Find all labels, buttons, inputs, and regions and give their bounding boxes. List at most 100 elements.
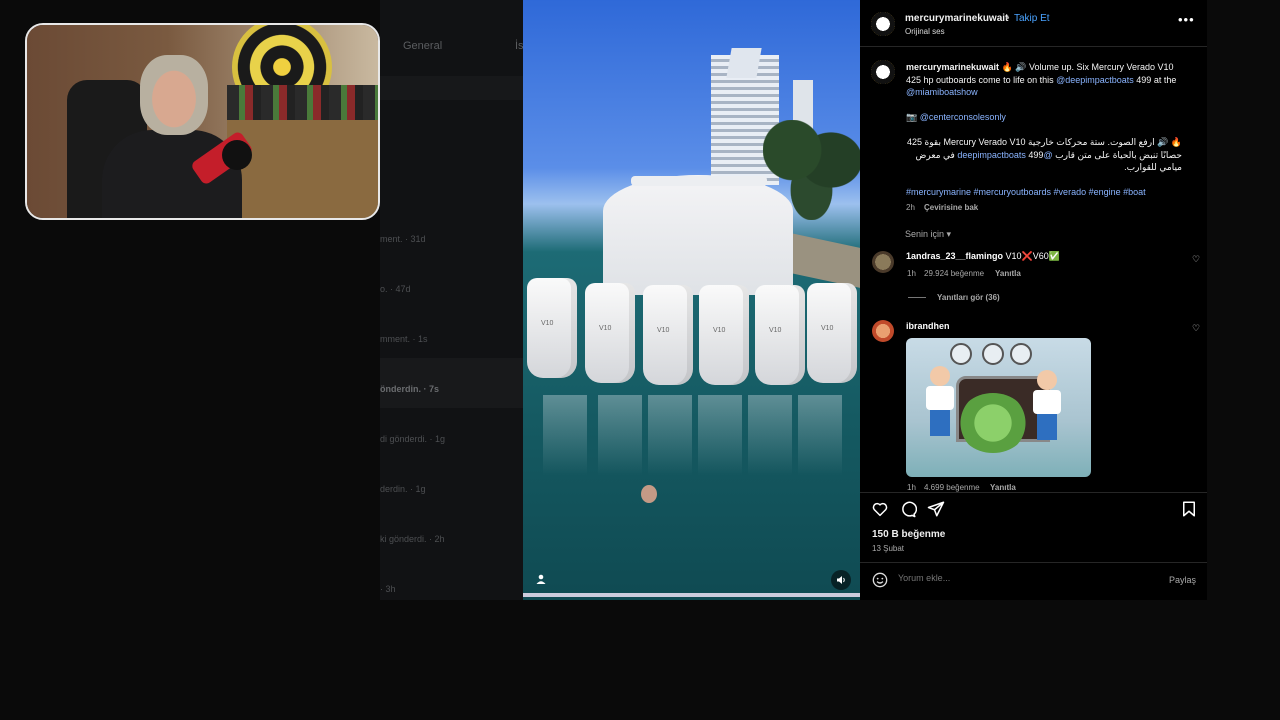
caption-arabic: 🔥 🔊 ارفع الصوت. ستة محركات خارجية Mercur… <box>906 136 1182 174</box>
commenter-username[interactable]: 1andras_23__flamingo <box>906 251 1003 261</box>
author-avatar[interactable] <box>871 12 895 36</box>
engine-label: V10 <box>821 325 834 332</box>
background-row[interactable]: · 3h <box>380 584 530 598</box>
likes-count[interactable]: 150 B beğenme <box>872 529 945 540</box>
share-send-icon[interactable] <box>927 500 945 518</box>
comment-likes[interactable]: 29.924 beğenme <box>924 269 984 278</box>
translate-link[interactable]: Çevirisine bak <box>924 203 978 212</box>
engine-label: V10 <box>769 327 782 334</box>
caption-text: mercurymarinekuwait 🔥 🔊 Volume up. Six M… <box>906 61 1191 99</box>
comment-bubble-icon[interactable] <box>899 500 918 518</box>
comment-likes[interactable]: 4.699 beğenme <box>924 483 980 492</box>
more-options-icon[interactable]: ••• <box>1178 12 1195 27</box>
comment-time: 1h <box>907 269 916 278</box>
comment-time: 1h <box>907 483 916 492</box>
wooden-shelf <box>227 120 378 218</box>
commenter-username[interactable]: ibrandhen <box>906 321 950 331</box>
engine-label: V10 <box>657 327 670 334</box>
video-progress-bar[interactable] <box>523 593 860 597</box>
emoji-icon[interactable] <box>872 572 888 588</box>
boat-hull <box>603 175 793 295</box>
view-replies-button[interactable]: Yanıtları gör (36) <box>937 293 1000 302</box>
comment-sort-dropdown[interactable]: Senin için ▾ <box>905 229 951 240</box>
comment-like-icon[interactable]: ♡ <box>1192 254 1200 265</box>
tab-general[interactable]: General <box>403 40 442 52</box>
background-row-active[interactable]: önderdin. · 7s <box>380 358 530 408</box>
comment-line: 1andras_23__flamingo V10❌V60✅ <box>906 251 1060 262</box>
reel-video[interactable]: V10 V10 V10 V10 V10 V10 <box>523 0 860 600</box>
commenter-avatar[interactable] <box>872 320 894 342</box>
background-bar <box>380 76 530 100</box>
divider <box>860 492 1207 493</box>
boat-hardtop <box>631 176 767 186</box>
divider <box>860 46 1207 47</box>
gif-cartoon-man <box>1031 370 1063 440</box>
comment-like-icon[interactable]: ♡ <box>1192 323 1200 334</box>
audio-label[interactable]: Orijinal ses <box>905 27 945 36</box>
commenter-avatar[interactable] <box>872 251 894 273</box>
engine-label: V10 <box>599 325 612 332</box>
caption-credit: 📷 @centerconsolesonly <box>906 111 1191 124</box>
reply-button[interactable]: Yanıtla <box>990 483 1016 492</box>
outboard-engine: V10 <box>755 285 805 385</box>
caption-body: 499 at the <box>1133 74 1177 85</box>
webcam-overlay <box>25 23 380 220</box>
water-reflection <box>698 395 742 475</box>
microphone-head <box>222 140 252 170</box>
sound-toggle-icon[interactable] <box>831 570 851 590</box>
gauge-icon <box>1010 343 1032 365</box>
background-row[interactable]: di gönderdi. · 1g <box>380 434 530 448</box>
comment-gif[interactable] <box>906 338 1091 477</box>
gif-money-pile <box>958 393 1028 453</box>
background-row-text: önderdin. · 7s <box>380 384 440 394</box>
background-tabs: General İs <box>380 40 530 60</box>
water-reflection <box>648 395 692 475</box>
background-row[interactable]: o. · 47d <box>380 284 530 298</box>
outboard-engine: V10 <box>585 283 635 383</box>
gauge-icon <box>950 343 972 365</box>
background-row[interactable]: mment. · 1s <box>380 334 530 348</box>
author-username[interactable]: mercurymarinekuwait <box>905 13 1008 24</box>
reply-button[interactable]: Yanıtla <box>995 269 1021 278</box>
water-reflection <box>798 395 842 475</box>
mention-link[interactable]: @centerconsolesonly <box>920 112 1006 122</box>
water-reflection <box>543 395 587 475</box>
collectibles-shelf <box>227 85 378 125</box>
streamer <box>102 55 242 218</box>
caption-username[interactable]: mercurymarinekuwait <box>906 62 999 72</box>
post-date: 13 Şubat <box>872 544 905 553</box>
follow-button[interactable]: Takip Et <box>1014 13 1050 24</box>
comment-input[interactable] <box>898 573 1118 583</box>
gauge-icon <box>982 343 1004 365</box>
engine-label: V10 <box>541 320 554 327</box>
background-row[interactable]: derdin. · 1g <box>380 484 530 498</box>
background-row[interactable]: ment. · 31d <box>380 234 530 248</box>
caption-avatar[interactable] <box>871 60 895 84</box>
camera-emoji: 📷 <box>906 112 918 122</box>
tagged-user-icon[interactable] <box>535 573 549 587</box>
mention-link[interactable]: @miamiboatshow <box>906 87 978 97</box>
outboard-engine: V10 <box>807 283 857 383</box>
bird-in-water <box>641 485 657 503</box>
outboard-engine: V10 <box>643 285 693 385</box>
outboard-engine: V10 <box>527 278 577 378</box>
outboard-engine: V10 <box>699 285 749 385</box>
save-bookmark-icon[interactable] <box>1180 500 1198 518</box>
mention-link[interactable]: @deepimpactboats <box>1056 75 1134 85</box>
tower-top <box>726 48 762 78</box>
post-comment-button[interactable]: Paylaş <box>1169 575 1196 585</box>
water-reflection <box>598 395 642 475</box>
gif-cartoon-man <box>924 366 956 436</box>
replies-line <box>908 297 926 298</box>
engine-label: V10 <box>713 327 726 334</box>
divider <box>860 562 1207 563</box>
streamer-head <box>140 55 208 135</box>
header-separator: • <box>1006 13 1010 24</box>
caption-time: 2h <box>906 203 915 212</box>
like-heart-icon[interactable] <box>871 500 889 518</box>
comment-text: V10❌V60✅ <box>1003 251 1060 261</box>
background-row[interactable]: ki gönderdi. · 2h <box>380 534 530 548</box>
hashtags[interactable]: #mercurymarine #mercuryoutboards #verado… <box>906 186 1191 199</box>
post-panel: mercurymarinekuwait • Takip Et Orijinal … <box>860 0 1207 600</box>
water-reflection <box>748 395 792 475</box>
